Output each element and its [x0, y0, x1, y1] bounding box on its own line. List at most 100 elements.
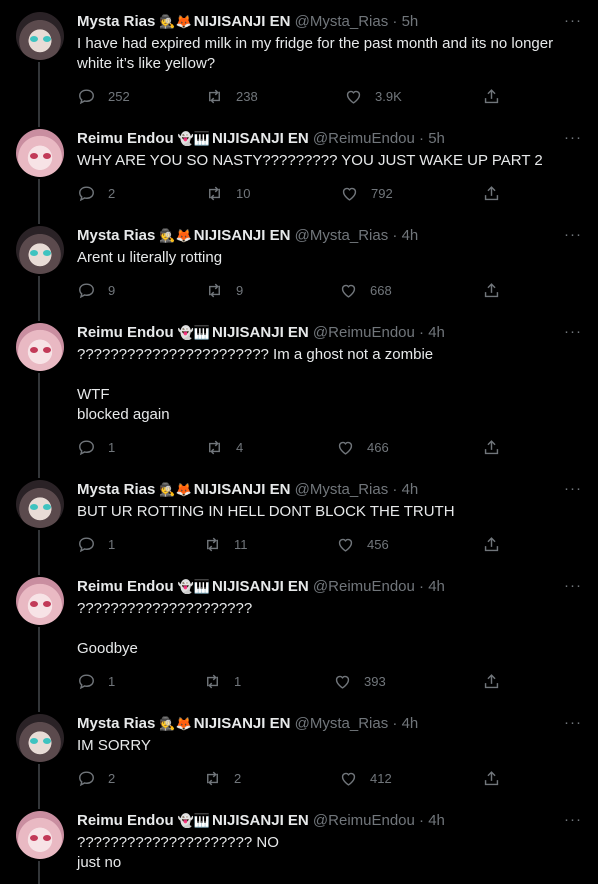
handle[interactable]: @Mysta_Rias — [295, 481, 389, 498]
author-name[interactable]: Reimu Endou — [77, 130, 174, 147]
share-button[interactable] — [482, 281, 513, 300]
avatar[interactable] — [16, 714, 64, 762]
share-icon — [484, 440, 499, 455]
tweet[interactable]: Reimu Endou 👻🎹 NIJISANJI EN @ReimuEndou · … — [0, 565, 598, 702]
timestamp[interactable]: 4h — [428, 578, 445, 595]
tweet[interactable]: Reimu Endou 👻🎹 NIJISANJI EN @ReimuEndou · … — [0, 117, 598, 214]
retweet-button[interactable]: 9 — [205, 281, 243, 300]
tweet[interactable]: Mysta Rias 🕵️🦊 NIJISANJI EN @Mysta_Rias · … — [0, 468, 598, 565]
tweet[interactable]: Mysta Rias 🕵️🦊 NIJISANJI EN @Mysta_Rias · … — [0, 702, 598, 799]
retweet-button[interactable]: 1 — [203, 672, 241, 691]
thread-line — [38, 799, 40, 809]
reply-icon — [79, 771, 94, 787]
timestamp[interactable]: 4h — [402, 481, 419, 498]
author-name[interactable]: Mysta Rias — [77, 227, 155, 244]
retweet-icon — [209, 186, 220, 201]
heart-icon — [346, 90, 361, 104]
reply-icon — [79, 674, 94, 690]
share-button[interactable] — [482, 438, 513, 457]
timestamp[interactable]: 4h — [402, 227, 419, 244]
author-name[interactable]: Mysta Rias — [77, 13, 155, 30]
share-icon — [484, 674, 499, 689]
avatar[interactable] — [16, 226, 64, 274]
retweet-count: 10 — [236, 186, 251, 201]
share-icon — [484, 186, 499, 201]
like-button[interactable]: 456 — [336, 535, 389, 554]
heart-icon — [338, 538, 353, 552]
retweet-button[interactable]: 2 — [203, 769, 241, 788]
more-options-icon[interactable]: ··· — [564, 714, 582, 731]
tweet[interactable]: Mysta Rias 🕵️🦊 NIJISANJI EN @Mysta_Rias · … — [0, 0, 598, 117]
author-name[interactable]: Reimu Endou — [77, 324, 174, 341]
like-button[interactable]: 3.9K — [344, 87, 402, 106]
like-count: 456 — [367, 537, 389, 552]
tweet[interactable]: Mysta Rias 🕵️🦊 NIJISANJI EN @Mysta_Rias · … — [0, 214, 598, 311]
retweet-button[interactable]: 4 — [205, 438, 243, 457]
separator-dot: · — [419, 324, 425, 341]
share-button[interactable] — [482, 769, 513, 788]
affiliation: NIJISANJI EN — [193, 13, 291, 30]
more-options-icon[interactable]: ··· — [564, 129, 582, 146]
more-options-icon[interactable]: ··· — [564, 577, 582, 594]
timestamp[interactable]: 4h — [428, 812, 445, 829]
handle[interactable]: @Mysta_Rias — [295, 13, 389, 30]
like-button[interactable]: 792 — [340, 184, 393, 203]
avatar[interactable] — [16, 129, 64, 177]
reply-button[interactable]: 2 — [77, 184, 115, 203]
share-button[interactable] — [482, 672, 513, 691]
reply-button[interactable]: 252 — [77, 87, 130, 106]
author-name[interactable]: Reimu Endou — [77, 578, 174, 595]
like-button[interactable]: 412 — [339, 769, 392, 788]
more-options-icon[interactable]: ··· — [564, 480, 582, 497]
avatar[interactable] — [16, 480, 64, 528]
handle[interactable]: @ReimuEndou — [313, 578, 415, 595]
avatar[interactable] — [16, 577, 64, 625]
retweet-count: 9 — [236, 283, 244, 298]
like-count: 466 — [367, 440, 389, 455]
timestamp[interactable]: 4h — [402, 715, 419, 732]
avatar[interactable] — [16, 12, 64, 60]
share-button[interactable] — [482, 87, 513, 106]
more-options-icon[interactable]: ··· — [564, 323, 582, 340]
share-button[interactable] — [482, 535, 513, 554]
retweet-button[interactable]: 11 — [203, 535, 248, 554]
handle[interactable]: @Mysta_Rias — [295, 715, 389, 732]
like-button[interactable]: 466 — [336, 438, 389, 457]
timestamp[interactable]: 4h — [428, 324, 445, 341]
timestamp[interactable]: 5h — [428, 130, 445, 147]
handle[interactable]: @Mysta_Rias — [295, 227, 389, 244]
handle[interactable]: @ReimuEndou — [313, 130, 415, 147]
handle[interactable]: @ReimuEndou — [313, 812, 415, 829]
like-button[interactable]: 393 — [333, 672, 386, 691]
heart-icon — [342, 187, 357, 201]
handle[interactable]: @ReimuEndou — [313, 324, 415, 341]
reply-button[interactable]: 9 — [77, 281, 115, 300]
retweet-count: 11 — [234, 537, 248, 552]
tweet[interactable]: Reimu Endou 👻🎹 NIJISANJI EN @ReimuEndou · … — [0, 311, 598, 468]
share-icon — [484, 283, 499, 298]
timestamp[interactable]: 5h — [402, 13, 419, 30]
retweet-button[interactable]: 10 — [205, 184, 250, 203]
retweet-count: 2 — [234, 771, 242, 786]
retweet-button[interactable]: 238 — [205, 87, 258, 106]
avatar[interactable] — [16, 811, 64, 859]
tweet[interactable]: Reimu Endou 👻🎹 NIJISANJI EN @ReimuEndou · … — [0, 799, 598, 884]
like-button[interactable]: 668 — [339, 281, 392, 300]
author-name[interactable]: Mysta Rias — [77, 715, 155, 732]
author-name[interactable]: Reimu Endou — [77, 812, 174, 829]
reply-icon — [79, 89, 94, 105]
author-name[interactable]: Mysta Rias — [77, 481, 155, 498]
avatar[interactable] — [16, 323, 64, 371]
more-options-icon[interactable]: ··· — [564, 226, 582, 243]
reply-button[interactable]: 1 — [77, 535, 115, 554]
reply-button[interactable]: 1 — [77, 672, 115, 691]
thread-line — [38, 530, 40, 565]
retweet-icon — [207, 537, 218, 552]
share-button[interactable] — [482, 184, 513, 203]
reply-count: 9 — [108, 283, 116, 298]
more-options-icon[interactable]: ··· — [564, 12, 582, 29]
tweet-text: ????????????????????? NO just no — [77, 834, 279, 871]
more-options-icon[interactable]: ··· — [564, 811, 582, 828]
reply-button[interactable]: 2 — [77, 769, 115, 788]
reply-button[interactable]: 1 — [77, 438, 115, 457]
